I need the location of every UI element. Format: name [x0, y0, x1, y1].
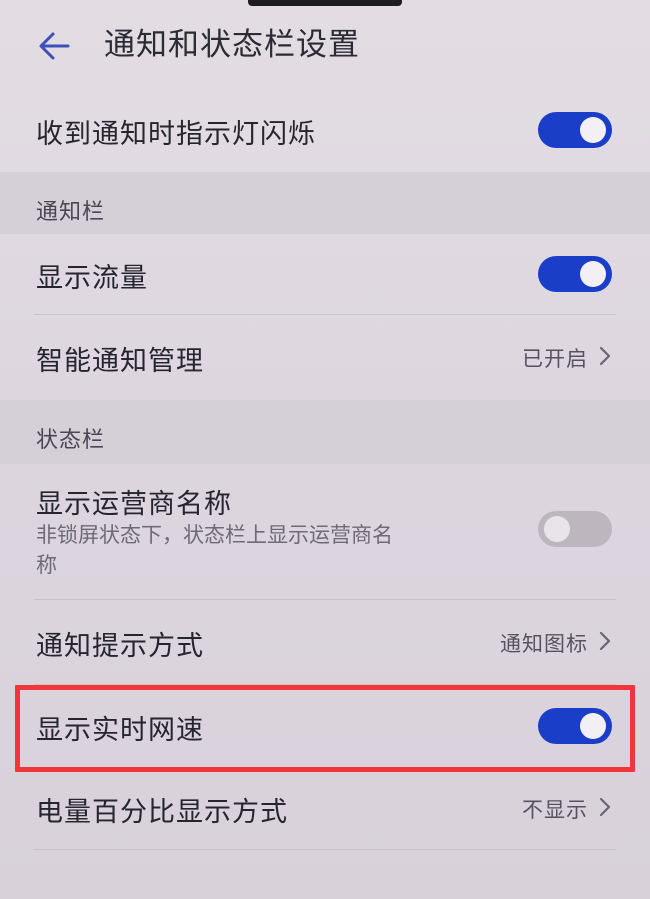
highlight-box: [15, 685, 635, 772]
chevron-right-icon: [599, 797, 611, 817]
setting-row-battery-percent[interactable]: 电量百分比显示方式 不显示: [0, 770, 650, 848]
setting-row-show-traffic[interactable]: 显示流量: [0, 234, 650, 314]
section-label: 通知栏: [36, 200, 106, 225]
setting-description-line2: 称: [36, 553, 57, 577]
setting-value: 通知图标: [500, 632, 588, 656]
toggle-knob: [580, 117, 606, 143]
setting-value: 不显示: [522, 798, 588, 822]
setting-description-line1: 非锁屏状态下，状态栏上显示运营商名: [36, 523, 393, 547]
back-button[interactable]: [34, 24, 78, 68]
chevron-right-icon: [599, 631, 611, 651]
section-label: 状态栏: [36, 428, 106, 453]
setting-label: 收到通知时指示灯闪烁: [36, 119, 316, 150]
setting-label: 显示运营商名称: [36, 489, 232, 520]
divider: [34, 849, 616, 850]
show-traffic-toggle[interactable]: [538, 256, 612, 292]
setting-label: 显示流量: [36, 263, 148, 294]
back-arrow-icon: [39, 32, 70, 60]
toggle-knob: [544, 516, 570, 542]
setting-row-carrier-name[interactable]: 显示运营商名称 非锁屏状态下，状态栏上显示运营商名 称: [0, 464, 650, 599]
section-header-statusbar: 状态栏: [0, 400, 650, 464]
setting-value: 已开启: [522, 347, 588, 371]
carrier-name-toggle[interactable]: [538, 511, 612, 547]
page-title: 通知和状态栏设置: [104, 27, 360, 63]
section-header-notification: 通知栏: [0, 172, 650, 234]
setting-row-notify-style[interactable]: 通知提示方式 通知图标: [0, 600, 650, 684]
setting-row-notify-light[interactable]: 收到通知时指示灯闪烁: [0, 92, 650, 170]
setting-row-smart-notify[interactable]: 智能通知管理 已开启: [0, 315, 650, 399]
setting-label: 电量百分比显示方式: [36, 797, 288, 828]
setting-label: 智能通知管理: [36, 346, 204, 377]
app-header: 通知和状态栏设置: [0, 0, 650, 92]
chevron-right-icon: [599, 346, 611, 366]
setting-label: 通知提示方式: [36, 631, 204, 662]
settings-screen: 通知和状态栏设置 收到通知时指示灯闪烁 通知栏 显示流量 智能通知管理 已开启 …: [0, 0, 650, 899]
notify-light-toggle[interactable]: [538, 112, 612, 148]
toggle-knob: [580, 261, 606, 287]
